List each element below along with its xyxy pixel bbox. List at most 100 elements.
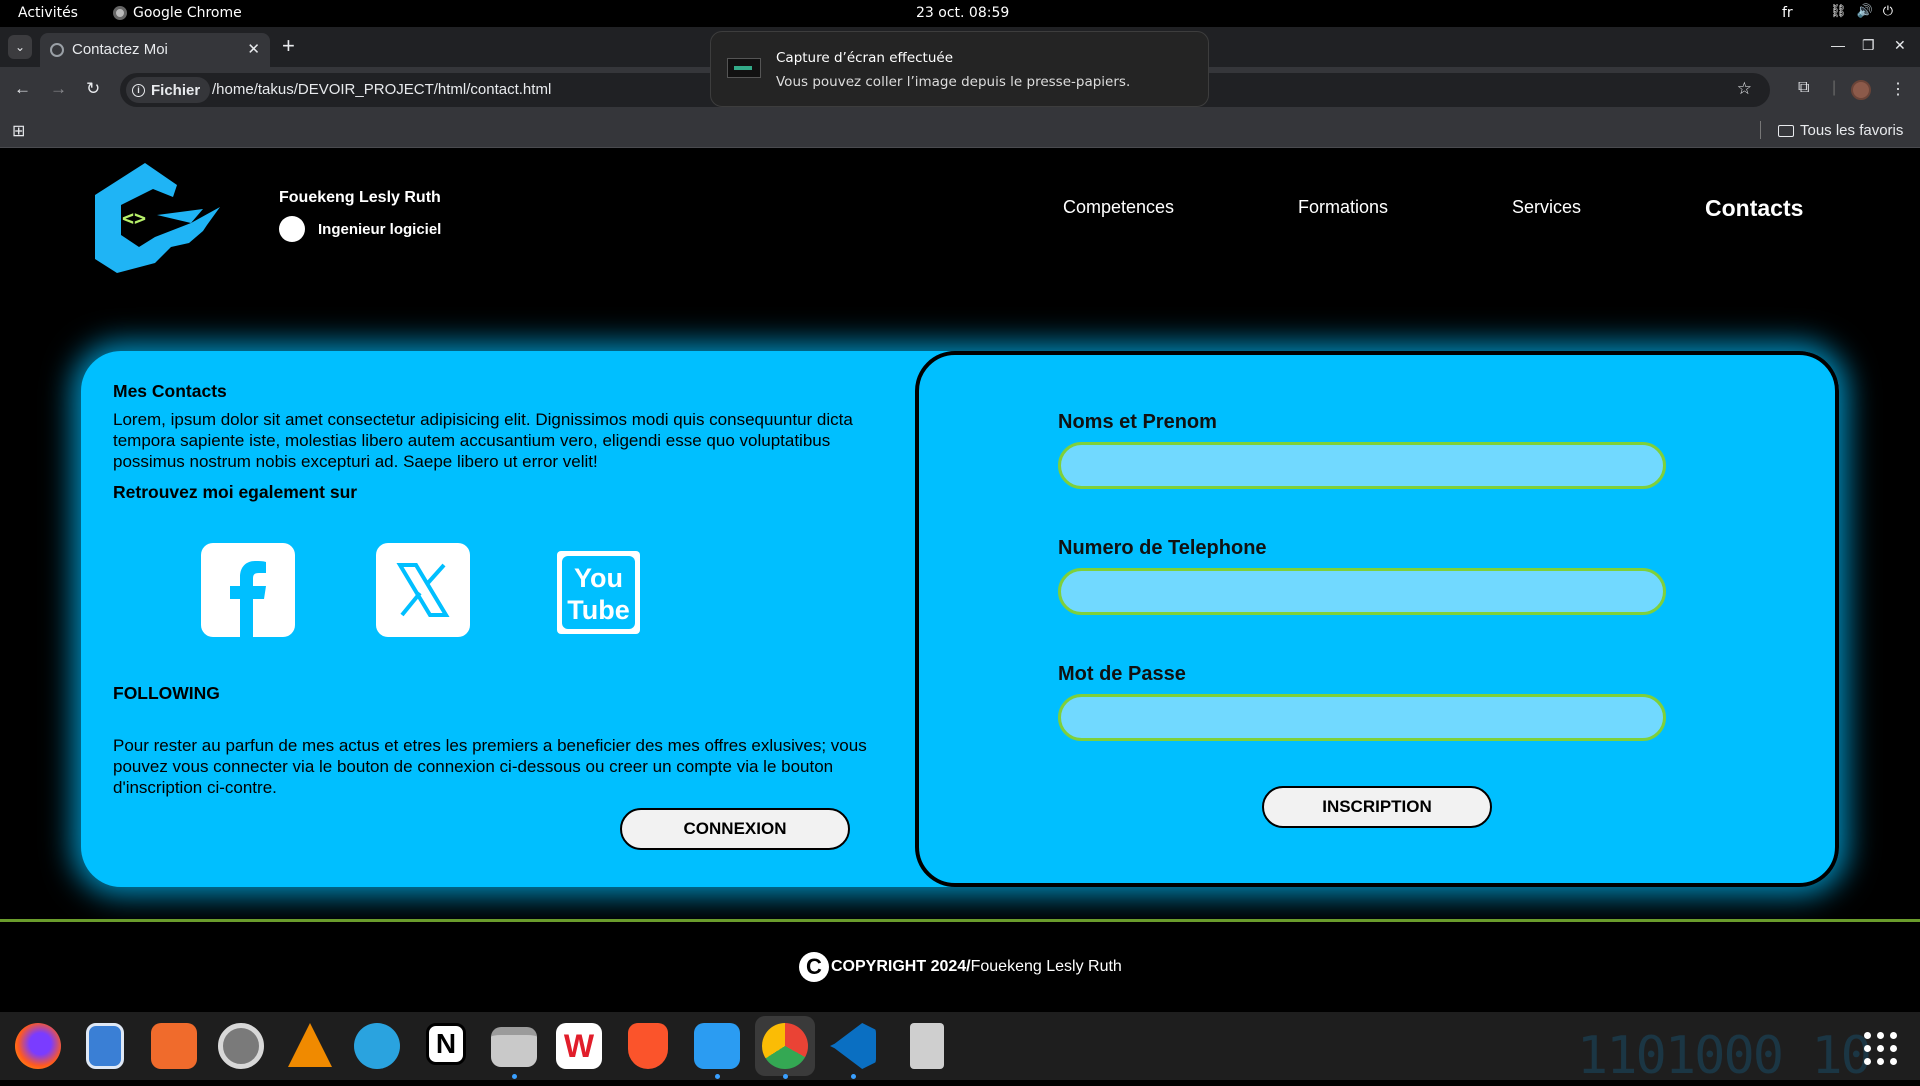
inscription-button[interactable]: INSCRIPTION: [1262, 786, 1492, 828]
forward-button[interactable]: →: [50, 79, 67, 99]
site-footer: C COPYRIGHT 2024/ Fouekeng Lesly Ruth: [0, 919, 1920, 1012]
vlc-cone-icon[interactable]: [288, 1023, 332, 1067]
notification-title: Capture d’écran effectuée: [776, 50, 954, 66]
phone-input[interactable]: [1058, 568, 1666, 615]
restore-icon[interactable]: ❐: [1862, 37, 1875, 54]
reload-button[interactable]: ↻: [86, 79, 100, 99]
bookmarks-bar: ⊞ Tous les favoris: [0, 113, 1920, 148]
nav-formations[interactable]: Formations: [1298, 197, 1388, 218]
status-dot: [279, 216, 305, 242]
site-info-label: Fichier: [151, 81, 201, 99]
nav-contacts[interactable]: Contacts: [1705, 195, 1803, 222]
x-link[interactable]: [376, 543, 470, 637]
tab-title: Contactez Moi: [72, 41, 168, 58]
screenshot-notification[interactable]: Capture d’écran effectuée Vous pouvez co…: [710, 31, 1209, 107]
keyboard-layout[interactable]: fr: [1782, 5, 1793, 21]
system-top-bar: Activités Google Chrome 23 oct. 08:59 fr…: [0, 0, 1920, 27]
owner-role: Ingenieur logiciel: [318, 221, 442, 238]
youtube-icon: You Tube: [562, 556, 635, 629]
copyright-author: Fouekeng Lesly Ruth: [970, 958, 1122, 975]
contact-panel: Mes Contacts Lorem, ipsum dolor sit amet…: [81, 351, 1839, 887]
app-center-icon[interactable]: [151, 1023, 197, 1069]
network-icon: ⛓: [1830, 4, 1847, 19]
notion-icon[interactable]: N: [426, 1023, 466, 1065]
screenshot-thumbnail: [727, 58, 761, 78]
volume-icon: 🔊: [1856, 4, 1873, 19]
show-apps-grid-icon[interactable]: [1864, 1032, 1898, 1066]
all-bookmarks-button[interactable]: Tous les favoris: [1778, 122, 1903, 139]
all-bookmarks-label: Tous les favoris: [1800, 122, 1904, 139]
copyright-label: COPYRIGHT 2024/: [831, 958, 971, 975]
wps-office-icon[interactable]: W: [556, 1023, 602, 1069]
bookmark-star-icon[interactable]: ☆: [1737, 79, 1752, 99]
new-tab-button[interactable]: +: [282, 35, 295, 57]
brave-lion-icon[interactable]: [628, 1023, 668, 1069]
settings-gear-icon[interactable]: [218, 1023, 264, 1069]
nav-competences[interactable]: Competences: [1063, 197, 1174, 218]
text-editor-icon[interactable]: [86, 1023, 124, 1069]
site-header: <> Fouekeng Lesly Ruth Ingenieur logicie…: [0, 149, 1920, 309]
back-button[interactable]: ←: [14, 79, 31, 99]
vscode-running-indicator: [851, 1074, 856, 1079]
google-chrome-icon[interactable]: [762, 1023, 808, 1069]
password-label: Mot de Passe: [1058, 663, 1186, 685]
signup-form: Noms et Prenom Numero de Telephone Mot d…: [915, 351, 1839, 887]
bookmarks-divider: [1760, 121, 1761, 139]
menu-dots-icon[interactable]: ⋮: [1890, 79, 1906, 99]
contacts-column: Mes Contacts Lorem, ipsum dolor sit amet…: [113, 381, 903, 472]
fullname-input[interactable]: [1058, 442, 1666, 489]
contacts-description: Lorem, ipsum dolor sit amet consectetur …: [113, 410, 853, 471]
editor-app-icon[interactable]: [694, 1023, 740, 1069]
youtube-link[interactable]: You Tube: [557, 551, 640, 634]
trash-icon[interactable]: [910, 1023, 944, 1069]
globe-icon: [50, 43, 64, 57]
files-running-indicator: [512, 1074, 517, 1079]
firefox-icon[interactable]: [15, 1023, 61, 1069]
site-info-chip[interactable]: i Fichier: [126, 77, 211, 103]
toolbar-divider: |: [1832, 79, 1837, 96]
password-input[interactable]: [1058, 694, 1666, 741]
app-menu[interactable]: Google Chrome: [113, 5, 242, 21]
youtube-bottom-text: Tube: [567, 595, 630, 625]
info-icon: i: [132, 83, 145, 97]
logo-code-text: <>: [122, 206, 146, 230]
contacts-title: Mes Contacts: [113, 381, 227, 401]
browser-tab[interactable]: Contactez Moi ✕: [40, 33, 270, 67]
vscode-icon[interactable]: [830, 1023, 876, 1069]
wallpaper-text: 1101000 10: [1576, 1026, 1872, 1086]
fullname-label: Noms et Prenom: [1058, 411, 1217, 433]
following-description: Pour rester au parfun de mes actus et et…: [113, 736, 867, 797]
files-icon[interactable]: [491, 1027, 537, 1067]
activities-button[interactable]: Activités: [18, 5, 78, 21]
close-window-icon[interactable]: ✕: [1894, 37, 1906, 54]
profile-avatar[interactable]: [1851, 80, 1871, 100]
x-icon: [396, 563, 450, 617]
facebook-icon: [230, 561, 266, 637]
power-icon: ⏻: [1882, 4, 1893, 19]
telegram-icon[interactable]: [354, 1023, 400, 1069]
facebook-link[interactable]: [201, 543, 295, 637]
copyright-icon: C: [799, 952, 829, 982]
youtube-top-text: You: [574, 563, 623, 593]
owner-name: Fouekeng Lesly Ruth: [279, 189, 441, 206]
social-title: Retrouvez moi egalement sur: [113, 482, 358, 502]
following-title: FOLLOWING: [113, 683, 220, 703]
system-tray[interactable]: ⛓ 🔊 ⏻: [1830, 4, 1893, 19]
page-viewport: <> Fouekeng Lesly Ruth Ingenieur logicie…: [0, 149, 1920, 1012]
url-text[interactable]: /home/takus/DEVOIR_PROJECT/html/contact.…: [212, 81, 551, 98]
connexion-button[interactable]: CONNEXION: [620, 808, 850, 850]
phone-label: Numero de Telephone: [1058, 537, 1267, 559]
chrome-running-indicator: [783, 1074, 788, 1079]
chrome-icon: [113, 6, 127, 20]
extensions-icon[interactable]: ⧉: [1798, 79, 1809, 97]
tab-search-button[interactable]: ⌄: [8, 35, 32, 59]
minimize-icon[interactable]: —: [1831, 37, 1845, 53]
clock[interactable]: 23 oct. 08:59: [916, 5, 1009, 21]
nav-services[interactable]: Services: [1512, 197, 1581, 218]
app-name: Google Chrome: [133, 5, 242, 21]
notification-body: Vous pouvez coller l’image depuis le pre…: [776, 74, 1131, 90]
site-logo[interactable]: <>: [95, 163, 220, 273]
apps-grid-icon[interactable]: ⊞: [12, 121, 25, 141]
close-tab-icon[interactable]: ✕: [247, 40, 260, 58]
folder-icon: [1778, 124, 1794, 137]
